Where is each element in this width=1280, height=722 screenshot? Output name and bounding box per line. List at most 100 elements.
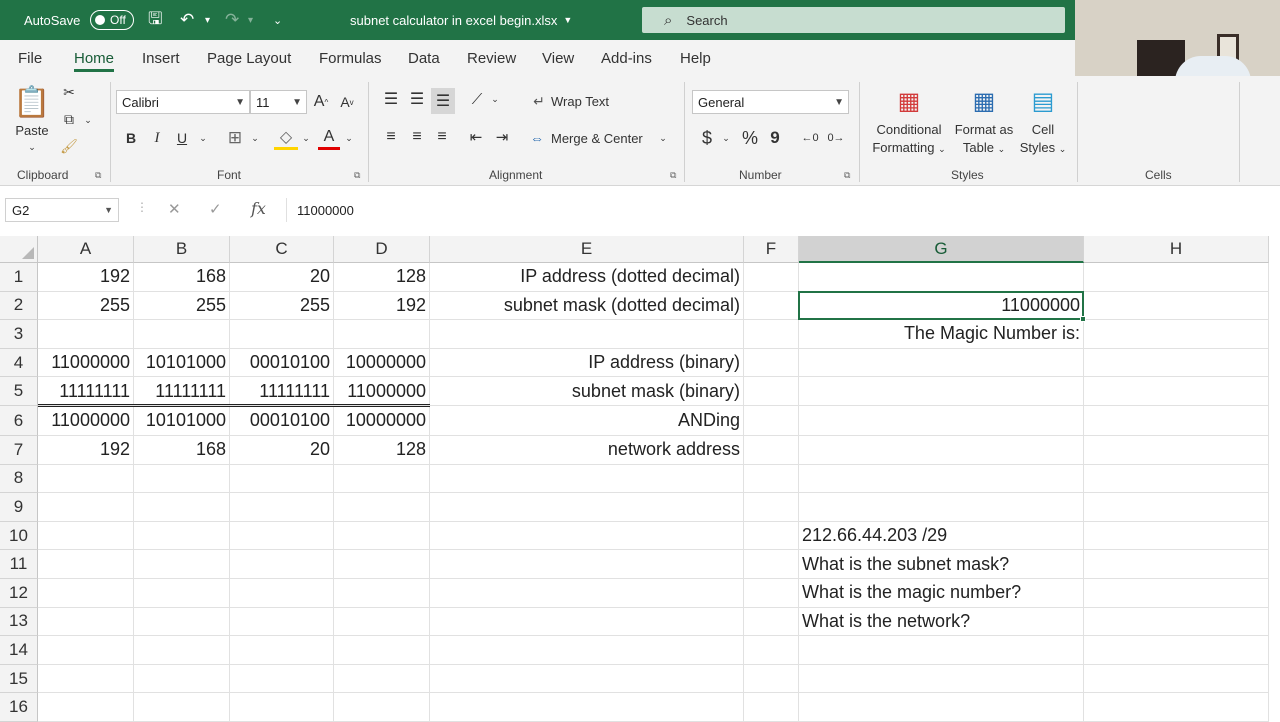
cell-d13[interactable]	[334, 607, 430, 637]
column-header-f[interactable]: F	[744, 236, 799, 263]
cell-h1[interactable]	[1084, 263, 1269, 292]
cell-f2[interactable]	[744, 291, 799, 321]
insert-function-icon[interactable]: fx	[251, 199, 266, 218]
cell-a7[interactable]: 192	[38, 436, 134, 465]
align-left-icon[interactable]: ≡	[380, 126, 402, 148]
cell-d10[interactable]	[334, 521, 430, 551]
row-header-11[interactable]: 11	[0, 550, 38, 579]
cell-b7[interactable]: 168	[134, 436, 230, 465]
merge-center-dropdown-icon[interactable]: ⌄	[657, 129, 669, 147]
copy-icon[interactable]: ⧉	[58, 109, 80, 129]
top-align-icon[interactable]: ☰	[380, 88, 402, 110]
cell-d15[interactable]	[334, 664, 430, 694]
undo-dropdown-icon[interactable]: ▾	[205, 0, 210, 40]
tab-home[interactable]: Home	[74, 40, 115, 76]
column-header-g[interactable]: G	[799, 236, 1084, 263]
cell-g14[interactable]	[799, 636, 1084, 665]
cell-f7[interactable]	[744, 436, 799, 465]
formula-input[interactable]: 11000000	[286, 198, 1276, 222]
row-header-13[interactable]: 13	[0, 607, 38, 637]
cell-c4[interactable]: 00010100	[230, 348, 334, 378]
cell-d6[interactable]: 10000000	[334, 406, 430, 436]
underline-button[interactable]: U	[173, 126, 191, 150]
cell-d4[interactable]: 10000000	[334, 348, 430, 378]
format-as-table-button[interactable]: Format as Table ⌄	[950, 121, 1018, 158]
cell-c7[interactable]: 20	[230, 436, 334, 465]
cell-f12[interactable]	[744, 579, 799, 608]
paste-icon[interactable]: 📋	[13, 82, 50, 122]
redo-icon[interactable]: ↷	[225, 0, 239, 40]
cell-d9[interactable]	[334, 493, 430, 522]
cancel-icon[interactable]: ✕	[168, 200, 181, 218]
cell-f3[interactable]	[744, 320, 799, 349]
name-box[interactable]: G2 ▼	[5, 198, 119, 222]
row-header-1[interactable]: 1	[0, 263, 38, 292]
font-family-dropdown[interactable]: Calibri ▼	[116, 90, 250, 114]
cell-a16[interactable]	[38, 693, 134, 722]
cell-g15[interactable]	[799, 664, 1084, 694]
decrease-font-size-icon[interactable]: Av	[337, 90, 357, 114]
cell-g1[interactable]	[799, 263, 1084, 292]
cell-g3[interactable]: The Magic Number is:	[799, 320, 1084, 349]
cell-c14[interactable]	[230, 636, 334, 665]
fill-color-dropdown-icon[interactable]: ⌄	[300, 128, 312, 148]
merge-center-button[interactable]: Merge & Center	[551, 127, 643, 149]
cell-b12[interactable]	[134, 579, 230, 608]
cell-g4[interactable]	[799, 348, 1084, 378]
cell-a6[interactable]: 11000000	[38, 406, 134, 436]
row-header-16[interactable]: 16	[0, 693, 38, 722]
cell-b4[interactable]: 10101000	[134, 348, 230, 378]
cell-f11[interactable]	[744, 550, 799, 579]
cell-a10[interactable]	[38, 521, 134, 551]
cell-h12[interactable]	[1084, 579, 1269, 608]
cell-h8[interactable]	[1084, 464, 1269, 494]
tab-page-layout[interactable]: Page Layout	[207, 40, 291, 76]
cell-e6[interactable]: ANDing	[430, 406, 744, 436]
cell-g13[interactable]: What is the network?	[799, 607, 1084, 637]
cell-a13[interactable]	[38, 607, 134, 637]
cell-g5[interactable]	[799, 377, 1084, 406]
cell-e3[interactable]	[430, 320, 744, 349]
tab-help[interactable]: Help	[680, 40, 711, 76]
select-all-corner[interactable]	[0, 236, 38, 263]
row-header-8[interactable]: 8	[0, 464, 38, 494]
cell-h14[interactable]	[1084, 636, 1269, 665]
cell-d12[interactable]	[334, 579, 430, 608]
column-header-b[interactable]: B	[134, 236, 230, 263]
cell-f10[interactable]	[744, 521, 799, 551]
clipboard-launcher-icon[interactable]: ⧉	[95, 170, 101, 181]
cell-d2[interactable]: 192	[334, 291, 430, 321]
row-header-6[interactable]: 6	[0, 406, 38, 436]
cell-c13[interactable]	[230, 607, 334, 637]
row-header-14[interactable]: 14	[0, 636, 38, 665]
cell-b2[interactable]: 255	[134, 291, 230, 321]
percent-format-button[interactable]: %	[739, 126, 761, 150]
cell-styles-icon[interactable]: ▤	[1026, 86, 1060, 116]
column-header-h[interactable]: H	[1084, 236, 1269, 263]
cell-f16[interactable]	[744, 693, 799, 722]
cell-b1[interactable]: 168	[134, 263, 230, 292]
cell-c9[interactable]	[230, 493, 334, 522]
cell-d3[interactable]	[334, 320, 430, 349]
cell-c8[interactable]	[230, 464, 334, 494]
customize-toolbar-icon[interactable]: ⌄	[273, 0, 282, 40]
column-header-d[interactable]: D	[334, 236, 430, 263]
cell-a3[interactable]	[38, 320, 134, 349]
cut-icon[interactable]: ✂	[60, 82, 78, 102]
row-header-7[interactable]: 7	[0, 436, 38, 465]
redo-dropdown-icon[interactable]: ▾	[248, 0, 253, 40]
cell-d16[interactable]	[334, 693, 430, 722]
paste-dropdown-icon[interactable]: ⌄	[26, 138, 38, 156]
tab-file[interactable]: File	[18, 40, 42, 76]
row-header-5[interactable]: 5	[0, 377, 38, 406]
cell-d8[interactable]	[334, 464, 430, 494]
cell-a5[interactable]: 11111111	[38, 377, 134, 406]
number-launcher-icon[interactable]: ⧉	[844, 170, 850, 181]
cell-h13[interactable]	[1084, 607, 1269, 637]
tab-insert[interactable]: Insert	[142, 40, 180, 76]
cell-a11[interactable]	[38, 550, 134, 579]
wrap-text-icon[interactable]: ↵	[530, 90, 548, 112]
cell-e5[interactable]: subnet mask (binary)	[430, 377, 744, 406]
increase-font-size-icon[interactable]: A ^	[311, 90, 331, 114]
cell-b9[interactable]	[134, 493, 230, 522]
